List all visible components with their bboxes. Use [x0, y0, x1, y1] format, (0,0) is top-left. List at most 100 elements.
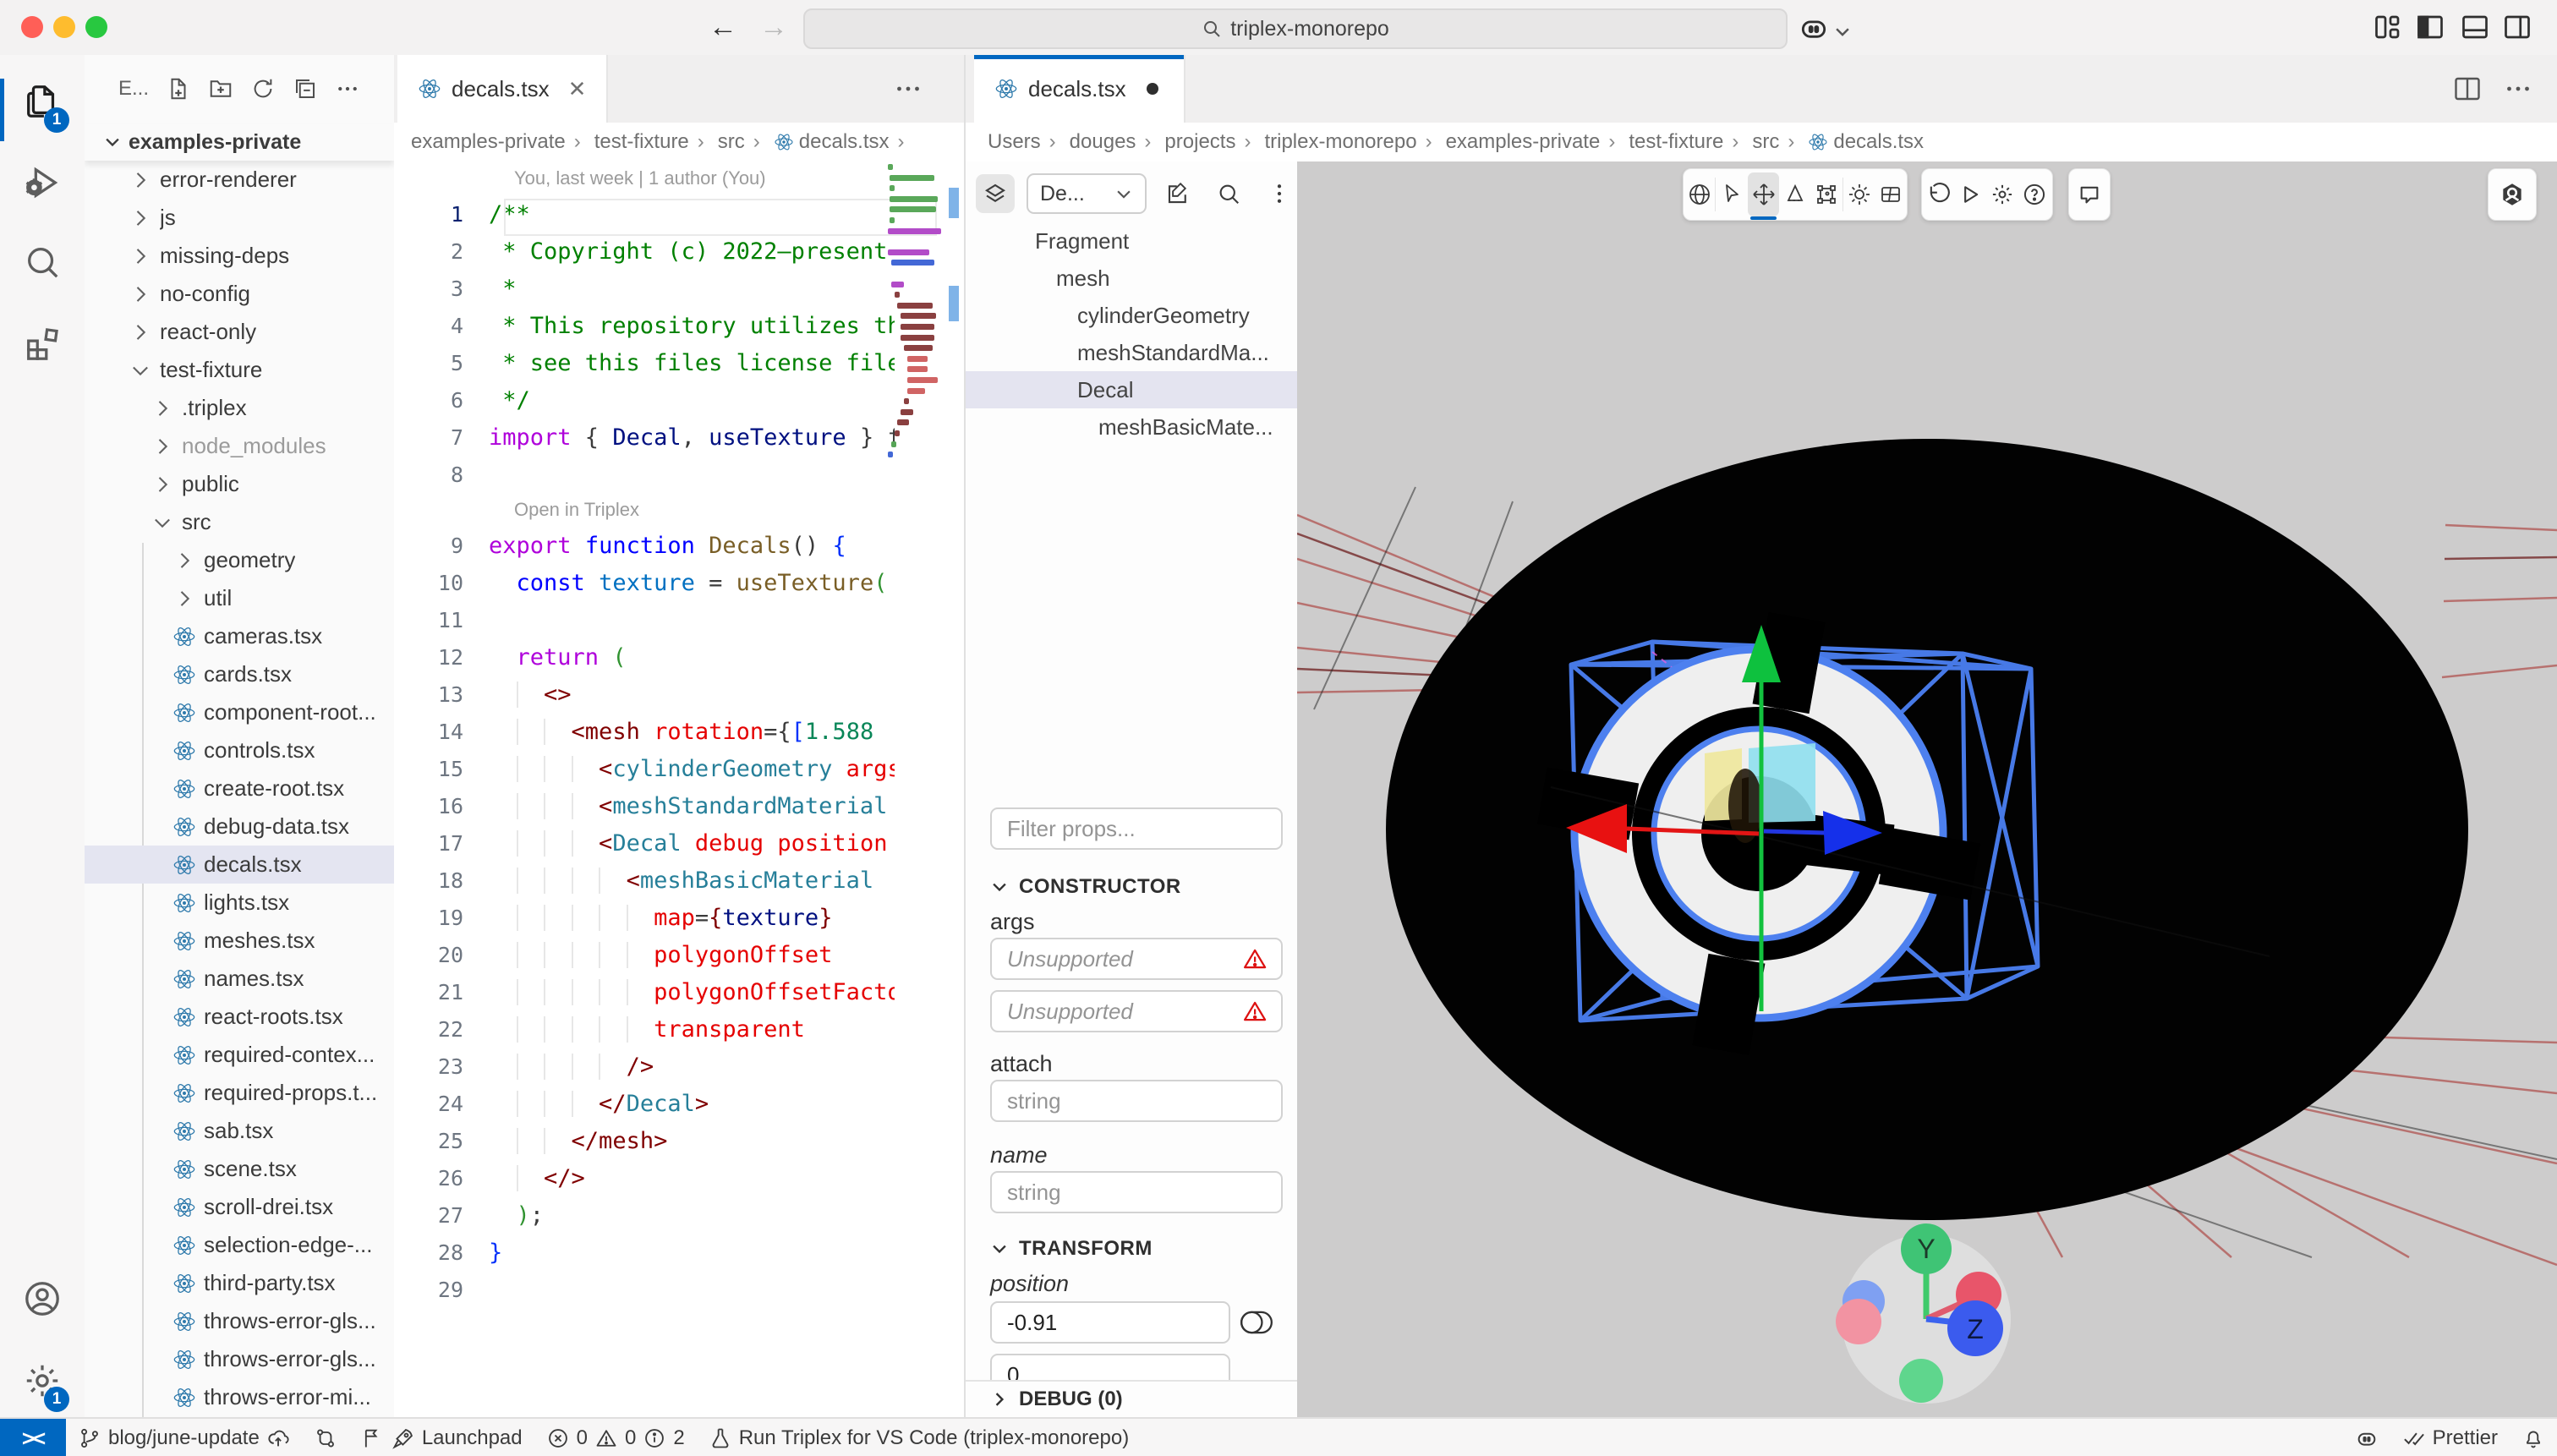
file-tree-item-cameras-tsx[interactable]: cameras.tsx	[85, 617, 394, 655]
breadcrumb[interactable]: projects	[1136, 130, 1235, 154]
search-icon[interactable]	[23, 243, 62, 282]
code-line-16[interactable]: 16 <meshStandardMaterial	[394, 787, 964, 824]
code-line-17[interactable]: 17 <Decal debug position	[394, 824, 964, 862]
copilot-icon[interactable]	[1798, 12, 1830, 44]
launchpad-item[interactable]: Launchpad	[349, 1419, 534, 1456]
args-input-0[interactable]	[990, 938, 1283, 980]
sidebar-right-icon[interactable]	[2502, 12, 2532, 42]
file-tree-item-sab-tsx[interactable]: sab.tsx	[85, 1112, 394, 1150]
code-line-24[interactable]: 24 </Decal>	[394, 1085, 964, 1122]
code-line-26[interactable]: 26 </>	[394, 1159, 964, 1196]
args-input-1[interactable]	[990, 990, 1283, 1032]
grid-toggle-button[interactable]	[1875, 172, 1907, 216]
run-triplex-item[interactable]: Run Triplex for VS Code (triplex-monorep…	[697, 1419, 1142, 1456]
breadcrumb[interactable]: examples-private	[1417, 130, 1601, 154]
name-field[interactable]	[1005, 1179, 1268, 1207]
file-tree-item-throws-error-mi-[interactable]: throws-error-mi...	[85, 1378, 394, 1416]
file-tree-item-scroll-drei-tsx[interactable]: scroll-drei.tsx	[85, 1188, 394, 1226]
breadcrumb[interactable]: examples-private	[411, 130, 566, 154]
transform-tool-button[interactable]	[1811, 172, 1842, 216]
name-input[interactable]	[990, 1171, 1283, 1213]
file-tree-item-meshes-tsx[interactable]: meshes.tsx	[85, 922, 394, 960]
command-center-search[interactable]: triplex-monorepo	[803, 8, 1788, 49]
code-line-14[interactable]: 14 <mesh rotation={[1.588	[394, 713, 964, 750]
file-tree-item-src[interactable]: src	[85, 503, 394, 541]
scale-tool-button[interactable]	[1779, 172, 1810, 216]
scene-tree-item-mesh[interactable]: mesh	[966, 260, 1299, 297]
copilot-status-item[interactable]	[2343, 1419, 2390, 1456]
compare-changes-item[interactable]	[302, 1419, 349, 1456]
code-line-12[interactable]: 12 return (	[394, 638, 964, 676]
code-line-28[interactable]: 28}	[394, 1234, 964, 1271]
navigate-back-icon[interactable]: ←	[709, 12, 737, 42]
extensions-icon[interactable]	[23, 324, 62, 363]
new-file-icon[interactable]	[166, 76, 191, 101]
file-tree-item-node-modules[interactable]: node_modules	[85, 427, 394, 465]
search-scene-button[interactable]	[1209, 174, 1248, 213]
axis-negx-ball[interactable]	[1836, 1299, 1881, 1344]
breadcrumb[interactable]: douges	[1041, 130, 1136, 154]
tab-decals-tsx[interactable]: decals.tsx ✕	[397, 55, 608, 123]
code-line-20[interactable]: 20 polygonOffset	[394, 936, 964, 973]
file-tree-item-lights-tsx[interactable]: lights.tsx	[85, 884, 394, 922]
code-line-7[interactable]: 7import { Decal, useTexture } from	[394, 419, 964, 456]
file-tree-item-error-renderer[interactable]: error-renderer	[85, 161, 394, 199]
file-tree-item-names-tsx[interactable]: names.tsx	[85, 960, 394, 998]
code-editor[interactable]: You, last week | 1 author (You)1/**2 * C…	[394, 161, 964, 1417]
minimap[interactable]	[888, 164, 947, 502]
file-tree-item-scene-tsx[interactable]: scene.tsx	[85, 1150, 394, 1188]
attach-field[interactable]	[1005, 1087, 1268, 1115]
panel-bottom-icon[interactable]	[2460, 12, 2490, 42]
edit-component-button[interactable]	[1158, 174, 1197, 213]
code-line-27[interactable]: 27 );	[394, 1196, 964, 1234]
breadcrumb[interactable]: src	[689, 130, 745, 154]
file-tree-item-create-root-tsx[interactable]: create-root.tsx	[85, 769, 394, 807]
file-tree-item-decals-tsx[interactable]: decals.tsx	[85, 846, 394, 884]
toggle-link-icon[interactable]	[1240, 1310, 1273, 1335]
file-tree-item-js[interactable]: js	[85, 199, 394, 237]
file-tree-item-selection-edge-[interactable]: selection-edge-...	[85, 1226, 394, 1264]
notifications-item[interactable]	[2510, 1419, 2557, 1456]
code-line-9[interactable]: 9export function Decals() {	[394, 527, 964, 564]
code-line-19[interactable]: 19 map={texture}	[394, 899, 964, 936]
file-tree-item-throws-error-gls-[interactable]: throws-error-gls...	[85, 1302, 394, 1340]
more-actions-icon[interactable]	[335, 76, 360, 101]
explorer-section-header[interactable]: examples-private	[85, 123, 394, 161]
unsaved-dot-icon[interactable]	[1147, 83, 1158, 95]
code-line-15[interactable]: 15 <cylinderGeometry args	[394, 750, 964, 787]
remote-indicator[interactable]: ><	[0, 1419, 66, 1456]
file-tree-item-debug-data-tsx[interactable]: debug-data.tsx	[85, 807, 394, 846]
breadcrumb[interactable]: decals.tsx	[1779, 130, 1924, 154]
lighting-toggle-button[interactable]	[1843, 172, 1875, 216]
code-line-11[interactable]: 11	[394, 601, 964, 638]
navigate-forward-icon[interactable]: →	[759, 12, 788, 42]
collapse-all-icon[interactable]	[293, 76, 318, 101]
code-line-4[interactable]: 4 * This repository utilizes the	[394, 307, 964, 344]
feedback-button[interactable]	[2073, 172, 2105, 216]
file-tree-item-react-only[interactable]: react-only	[85, 313, 394, 351]
code-line-22[interactable]: 22 transparent	[394, 1010, 964, 1048]
breadcrumb[interactable]: Users	[988, 130, 1041, 154]
code-line-2[interactable]: 2 * Copyright (c) 2022–present	[394, 233, 964, 270]
orientation-gizmo[interactable]: Y Z	[1836, 1223, 2011, 1404]
git-branch-item[interactable]: blog/june-update	[66, 1419, 302, 1456]
position-x-field[interactable]	[1005, 1309, 1215, 1337]
triplex-tab-decals-tsx[interactable]: decals.tsx	[974, 55, 1185, 123]
breadcrumb[interactable]: decals.tsx	[745, 130, 890, 154]
breadcrumb[interactable]: src	[1723, 130, 1779, 154]
code-line-23[interactable]: 23 />	[394, 1048, 964, 1085]
attach-input[interactable]	[990, 1080, 1283, 1122]
code-line-6[interactable]: 6 */	[394, 381, 964, 419]
file-tree-item-controls-tsx[interactable]: controls.tsx	[85, 731, 394, 769]
file-tree-item-no-config[interactable]: no-config	[85, 275, 394, 313]
new-folder-icon[interactable]	[208, 76, 233, 101]
problems-item[interactable]: 0 0 2	[534, 1419, 697, 1456]
viewport-settings-button[interactable]	[1986, 172, 2018, 216]
constructor-section-header[interactable]: CONSTRUCTOR	[990, 875, 1181, 899]
split-editor-icon[interactable]	[2452, 74, 2483, 104]
open-in-triplex-code-lens[interactable]: Open in Triplex	[394, 493, 964, 527]
args-field-0[interactable]	[1005, 945, 1242, 973]
file-tree-item-required-props-t-[interactable]: required-props.t...	[85, 1074, 394, 1112]
code-line-10[interactable]: 10 const texture = useTexture(	[394, 564, 964, 601]
undo-button[interactable]	[1922, 172, 1954, 216]
